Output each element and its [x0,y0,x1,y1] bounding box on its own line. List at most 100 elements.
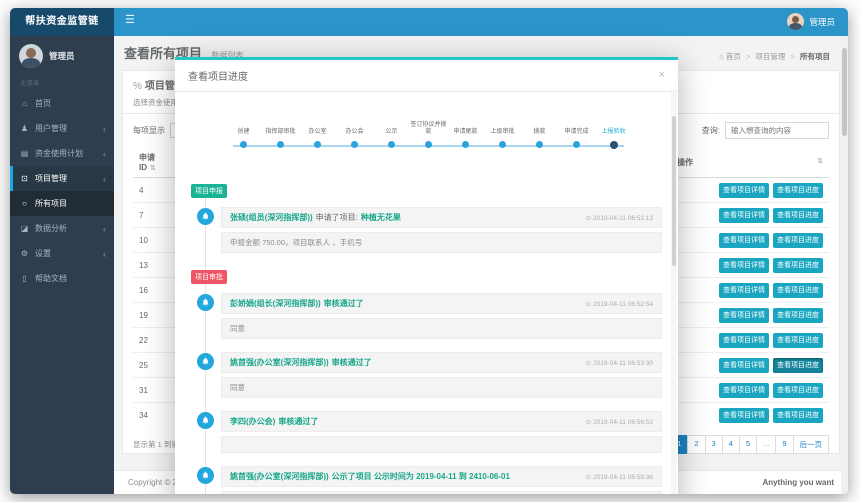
timeline-entry: 姚首强(办公室(深河指挥部)) 审核通过了 ⊙ 2019-04-11 06:53:… [197,352,662,398]
breadcrumb-current: 所有项目 [800,52,830,61]
sidebar-profile[interactable]: 管理员 [10,36,114,74]
bell-icon [197,412,214,429]
page-button[interactable]: 5 [738,434,758,454]
entry-detail: 同意 [221,318,662,339]
sidebar-item-label: 所有项目 [35,199,67,208]
sort-icon[interactable]: ⇅ [150,165,156,172]
clock-icon: ⊙ [585,300,592,308]
page-button[interactable]: 2 [687,434,706,454]
app-logo: 帮扶资金监管链 [10,8,114,36]
home-icon: ⌂ [22,99,27,108]
view-detail-button[interactable]: 查看项目详情 [719,207,769,223]
view-detail-button[interactable]: 查看项目详情 [719,282,769,298]
column-header-action[interactable]: 操作 ⇅ [671,147,829,178]
page-button[interactable]: 4 [721,434,740,454]
topbar-user-name: 管理员 [809,16,835,27]
sort-icon[interactable]: ⇅ [817,157,823,165]
chart-icon: ◪ [20,224,29,233]
view-progress-button[interactable]: 查看项目进度 [773,207,823,223]
timeline-stage-badge: 项目审批 [191,270,227,284]
view-detail-button[interactable]: 查看项目详情 [719,332,769,348]
project-link[interactable]: 种植无花果 [361,212,401,223]
view-detail-button[interactable]: 查看项目详情 [719,257,769,273]
view-progress-button[interactable]: 查看项目进度 [773,257,823,273]
page-next-button[interactable]: 后一页 [792,434,829,454]
search-input[interactable] [725,122,829,139]
view-progress-button[interactable]: 查看项目进度 [773,407,823,423]
view-detail-button[interactable]: 查看项目详情 [719,357,769,373]
view-progress-button[interactable]: 查看项目进度 [773,282,823,298]
sidebar-item-all-projects[interactable]: ○ 所有项目 [10,191,114,216]
view-progress-button[interactable]: 查看项目进度 [773,307,823,323]
sidebar-item-fund-plan[interactable]: ▤ 资金使用计划 ‹ [10,141,114,166]
sidebar-item-label: 首页 [35,99,51,108]
home-icon: ⌂ [719,52,724,61]
menu-toggle-icon[interactable]: ☰ [125,15,135,26]
view-detail-button[interactable]: 查看项目详情 [719,232,769,248]
actor-name[interactable]: 李四(办公会) [230,416,275,427]
plan-icon: ▤ [20,149,29,158]
step-publicity: 公示 [373,116,410,149]
timestamp: ⊙ 2019-04-11 06:53:30 [578,359,653,367]
progress-steps: 创建 指挥部审批 办公室 办公会 公示 签订协议并拨款 申请尾款 上级审批 拨款… [225,116,632,160]
step-acceptance: 上报验收 [595,116,632,149]
view-progress-button[interactable]: 查看项目进度 [773,357,823,373]
chevron-left-icon: ‹ [103,123,106,134]
clock-icon: ⊙ [585,359,592,367]
actor-name[interactable]: 姚首强(办公室(深河指挥部)) [230,471,329,482]
timeline-stage-badge: 项目申报 [191,184,227,198]
actor-name[interactable]: 姚首强(办公室(深河指挥部)) [230,357,329,368]
sidebar-item-analytics[interactable]: ◪ 数据分析 ‹ [10,216,114,241]
window-scrollbar[interactable] [841,36,848,494]
clock-icon: ⊙ [585,473,592,481]
step-label: 公示 [385,129,398,136]
breadcrumb-separator: > [745,52,751,61]
close-icon[interactable]: × [659,70,665,81]
sidebar-item-home[interactable]: ⌂ 首页 [10,91,114,116]
timeline-entry: 彭娇娟(组长(深河指挥部)) 审核通过了 ⊙ 2019-04-11 06:52:5… [197,293,662,339]
actor-name[interactable]: 彭娇娟(组长(深河指挥部)) [230,298,321,309]
column-header-id[interactable]: 申请ID ⇅ [133,147,175,178]
view-detail-button[interactable]: 查看项目详情 [719,407,769,423]
actor-name[interactable]: 张硕(组员(深河指挥部)) [230,212,313,223]
breadcrumb-separator: > [790,52,795,61]
page-button[interactable]: 3 [704,434,723,454]
view-detail-button[interactable]: 查看项目详情 [719,182,769,198]
breadcrumb-project-mgmt[interactable]: 项目管理 [755,52,785,61]
cell-id: 25 [133,352,175,378]
view-detail-button[interactable]: 查看项目详情 [719,307,769,323]
sidebar-item-project-mgmt[interactable]: ⊡ 项目管理 ‹ [10,166,114,191]
sidebar-item-help-docs[interactable]: ▯ 帮助文档 [10,266,114,291]
sidebar-item-label: 用户管理 [35,124,67,133]
view-progress-button[interactable]: 查看项目进度 [773,182,823,198]
view-progress-button[interactable]: 查看项目进度 [773,232,823,248]
step-dot [277,141,284,148]
action-text: 公示了项目 公示时间为 2019-04-11 到 2410-06-01 [331,472,510,481]
chevron-left-icon: ‹ [103,223,106,234]
page-button[interactable]: 9 [775,434,794,454]
view-progress-button[interactable]: 查看项目进度 [773,382,823,398]
sidebar-item-users[interactable]: ♟ 用户管理 ‹ [10,116,114,141]
clock-icon: ⊙ [585,214,592,222]
breadcrumb-home[interactable]: 首页 [726,52,741,61]
action-text: 申请了项目: [315,213,358,222]
topbar-user[interactable]: 管理员 [787,13,835,30]
sidebar: 管理员 主菜单 ⌂ 首页 ♟ 用户管理 ‹ ▤ 资金使用计划 ‹ ⊡ 项目管理 … [10,36,114,494]
step-final-payment: 申请尾款 [447,116,484,149]
scrollbar-thumb[interactable] [672,116,676,266]
circle-icon: ○ [22,199,27,208]
step-label: 创建 [237,129,250,136]
menu-section-label: 主菜单 [20,80,40,87]
modal-scrollbar[interactable] [671,90,677,494]
footer-slogan: Anything you want [762,478,834,487]
step-office-meeting: 办公会 [336,116,373,149]
sidebar-item-settings[interactable]: ⚙ 设置 ‹ [10,241,114,266]
step-office: 办公室 [299,116,336,149]
view-detail-button[interactable]: 查看项目详情 [719,382,769,398]
chevron-left-icon: ‹ [103,148,106,159]
modal-title: 查看项目进度 [188,72,248,83]
view-progress-button[interactable]: 查看项目进度 [773,332,823,348]
timestamp-text: 2019-04-11 06:51:13 [593,214,653,222]
sidebar-item-label: 设置 [35,249,51,258]
scrollbar-thumb[interactable] [842,48,847,136]
